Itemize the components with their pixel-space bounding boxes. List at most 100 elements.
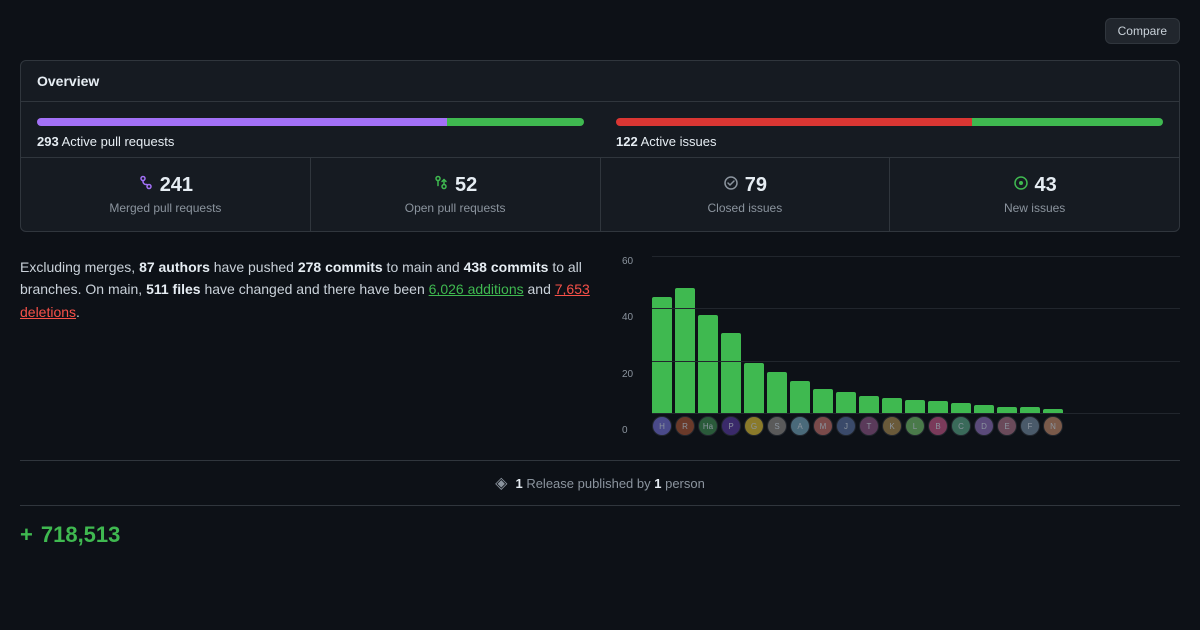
chart-bar	[744, 363, 764, 414]
stat-number-0: 241	[160, 174, 193, 197]
chart-bar-col: F	[1020, 407, 1040, 436]
chart-bar	[1020, 407, 1040, 414]
commits1-bold: 278 commits	[298, 259, 383, 275]
release-icon: ◈	[495, 473, 507, 493]
compare-button[interactable]: Compare	[1105, 18, 1180, 44]
contributor-avatar: P	[721, 416, 741, 436]
chart-bar	[813, 389, 833, 414]
chart-bar	[905, 400, 925, 414]
stat-cell-1: 52 Open pull requests	[311, 158, 601, 231]
commit-section: Excluding merges, 87 authors have pushed…	[20, 256, 1180, 436]
chart-container: 6040200 HRHaPGSAMJTKLBCDEFN	[622, 256, 1180, 436]
contributor-avatar: R	[675, 416, 695, 436]
stat-cell-2: 79 Closed issues	[601, 158, 891, 231]
chart-bar-col: P	[721, 333, 741, 436]
contributor-avatar: N	[1043, 416, 1063, 436]
bottom-icon: +	[20, 522, 33, 548]
release-count2: 1	[654, 476, 661, 491]
chart-bar-col: G	[744, 363, 764, 436]
chart-bar-col: H	[652, 297, 672, 436]
chart-bar	[721, 333, 741, 414]
chart-bar-col: Ha	[698, 315, 718, 436]
chart-bar	[767, 372, 787, 414]
release-text2: Release published by	[526, 476, 654, 491]
chart-bar	[675, 288, 695, 414]
chart-bar-col: L	[905, 400, 925, 436]
overview-card: Overview 293 Active pull requests	[20, 60, 1180, 232]
stat-number-row-3: 43	[1013, 174, 1057, 197]
issues-bar-label: 122 Active issues	[616, 134, 1163, 149]
chart-bar	[974, 405, 994, 414]
release-text: 1 Release published by 1 person	[515, 476, 704, 491]
contributor-avatar: K	[882, 416, 902, 436]
chart-bar-col: J	[836, 392, 856, 436]
overview-title: Overview	[21, 61, 1179, 102]
chart-bar-col: M	[813, 389, 833, 436]
stat-icon-3	[1013, 175, 1029, 196]
pr-count: 293	[37, 134, 59, 149]
chart-bar-col: S	[767, 372, 787, 436]
chart-bars-wrapper: 6040200 HRHaPGSAMJTKLBCDEFN	[622, 256, 1180, 436]
contributor-avatar: A	[790, 416, 810, 436]
chart-bar-col: N	[1043, 409, 1063, 436]
files-bold: 511 files	[146, 281, 201, 297]
chart-y-label: 40	[622, 312, 633, 323]
stat-number-row-0: 241	[138, 174, 193, 197]
contributor-avatar: C	[951, 416, 971, 436]
contributor-avatar: S	[767, 416, 787, 436]
stat-label-1: Open pull requests	[405, 201, 506, 215]
pr-bar-green	[447, 118, 584, 126]
chart-bar-col: C	[951, 403, 971, 436]
issues-count: 122	[616, 134, 638, 149]
stats-row: 241 Merged pull requests 52 Open pull reque…	[21, 158, 1179, 231]
chart-bar	[790, 381, 810, 414]
chart-bar-col: B	[928, 401, 948, 436]
issues-label-text: Active issues	[641, 134, 717, 149]
contributor-avatar: D	[974, 416, 994, 436]
pr-label-text: Active pull requests	[62, 134, 175, 149]
stat-label-0: Merged pull requests	[109, 201, 221, 215]
chart-bar	[1043, 409, 1063, 414]
contributor-avatar: H	[652, 416, 672, 436]
chart-bar	[836, 392, 856, 414]
chart-bar	[928, 401, 948, 414]
release-count1: 1	[515, 476, 522, 491]
issues-bar-green	[972, 118, 1163, 126]
chart-y-label: 60	[622, 256, 633, 267]
chart-bar-col: T	[859, 396, 879, 436]
chart-y-label: 0	[622, 425, 633, 436]
stat-number-row-1: 52	[433, 174, 477, 197]
contributor-avatar: F	[1020, 416, 1040, 436]
stat-cell-3: 43New issues	[890, 158, 1179, 231]
stat-icon-0	[138, 175, 154, 196]
release-text3: person	[665, 476, 705, 491]
contributor-avatar: B	[928, 416, 948, 436]
chart-bar-col: D	[974, 405, 994, 436]
chart-grid-line	[652, 256, 1180, 257]
stat-number-2: 79	[745, 174, 767, 197]
contributor-avatar: J	[836, 416, 856, 436]
stat-number-row-2: 79	[723, 174, 767, 197]
chart-bar	[882, 398, 902, 414]
contributor-avatar: M	[813, 416, 833, 436]
issues-bar-section: 122 Active issues	[616, 118, 1163, 149]
issues-bar-track	[616, 118, 1163, 126]
chart-bar	[652, 297, 672, 414]
commit-text: Excluding merges, 87 authors have pushed…	[20, 256, 590, 323]
chart-y-labels: 6040200	[622, 256, 633, 436]
chart-area: 6040200 HRHaPGSAMJTKLBCDEFN	[622, 256, 1180, 436]
commits2-bold: 438 commits	[464, 259, 549, 275]
chart-bar-col: A	[790, 381, 810, 436]
top-bar: Compare	[20, 10, 1180, 52]
chart-bar-col: R	[675, 288, 695, 436]
bottom-number: + 718,513	[20, 522, 1180, 548]
chart-bar	[698, 315, 718, 414]
chart-bar-col: E	[997, 407, 1017, 436]
chart-bar-col: K	[882, 398, 902, 436]
pr-bar-purple	[37, 118, 447, 126]
stat-cell-0: 241 Merged pull requests	[21, 158, 311, 231]
bottom-value: 718,513	[41, 522, 121, 548]
stat-label-2: Closed issues	[708, 201, 783, 215]
authors-bold: 87 authors	[139, 259, 210, 275]
chart-bar	[859, 396, 879, 414]
